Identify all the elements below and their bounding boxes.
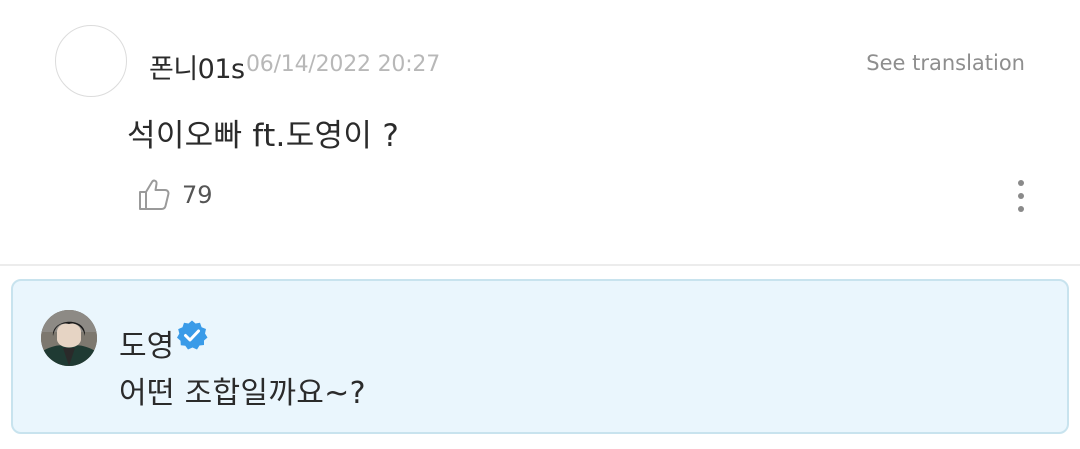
verified-badge [176,319,208,351]
reply-author-name[interactable]: 도영 [119,321,174,365]
thumbs-up-icon [139,179,170,210]
reply-avatar[interactable] [41,310,97,366]
like-button[interactable] [136,177,172,213]
comment-item: 폰니01s 06/14/2022 20:27 See translation 석… [0,0,1080,264]
divider [0,264,1080,266]
timestamp: 06/14/2022 20:27 [246,52,440,77]
username[interactable]: 폰니01s [149,47,245,86]
avatar[interactable] [55,25,127,97]
comment-text: 석이오빠 ft.도영이 ? [127,118,400,154]
see-translation-button[interactable]: See translation [866,51,1025,75]
reply-card: 도영 어떤 조합일까요~? [11,279,1069,434]
avatar-photo [41,310,97,366]
reply-text: 어떤 조합일까요~? [119,376,366,411]
like-count: 79 [182,181,213,209]
more-options-button[interactable] [1008,176,1034,216]
verified-check-icon [177,320,208,350]
